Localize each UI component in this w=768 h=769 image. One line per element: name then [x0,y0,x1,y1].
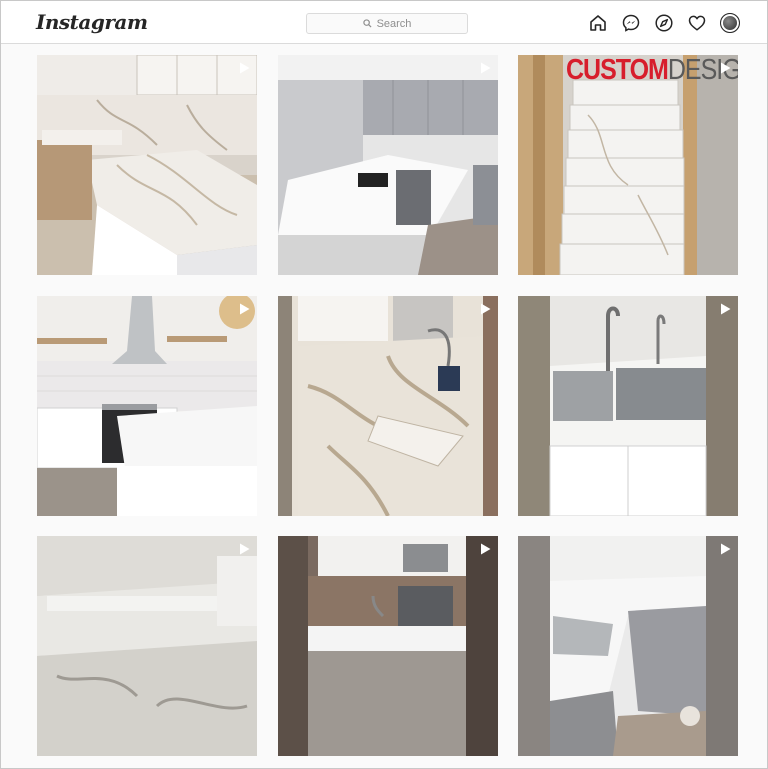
video-icon [240,62,250,74]
profile-avatar[interactable] [720,13,740,33]
post-image [518,536,738,756]
post-image [518,296,738,516]
home-icon[interactable] [588,13,608,33]
post-thumbnail[interactable] [278,536,498,756]
video-icon [481,543,491,555]
video-icon [240,543,250,555]
search-placeholder: Search [376,17,412,30]
video-icon [721,543,731,555]
post-thumbnail[interactable]: CUSTOMDESIGN [518,55,738,275]
post-thumbnail[interactable] [37,55,257,275]
video-icon [481,62,491,74]
post-thumbnail[interactable] [37,536,257,756]
post-image [37,55,257,275]
post-thumbnail[interactable] [518,536,738,756]
post-thumbnail[interactable] [518,296,738,516]
post-thumbnail[interactable] [278,296,498,516]
post-image [278,536,498,756]
post-image [37,296,257,516]
post-image [518,55,738,275]
video-icon [721,303,731,315]
video-icon [240,303,250,315]
video-icon [481,303,491,315]
post-image [37,536,257,756]
messenger-icon[interactable] [621,13,641,33]
top-navigation-bar: Instagram Search [1,1,767,44]
post-image [278,296,498,516]
heart-icon[interactable] [687,13,707,33]
search-input[interactable]: Search [306,13,468,34]
instagram-logo[interactable]: Instagram [36,10,148,34]
video-icon [721,62,731,74]
post-thumbnail[interactable] [37,296,257,516]
post-thumbnail[interactable] [278,55,498,275]
explore-icon[interactable] [654,13,674,33]
custom-design-watermark: CUSTOMDESIGN [566,55,738,87]
search-icon [362,19,372,28]
post-image [278,55,498,275]
